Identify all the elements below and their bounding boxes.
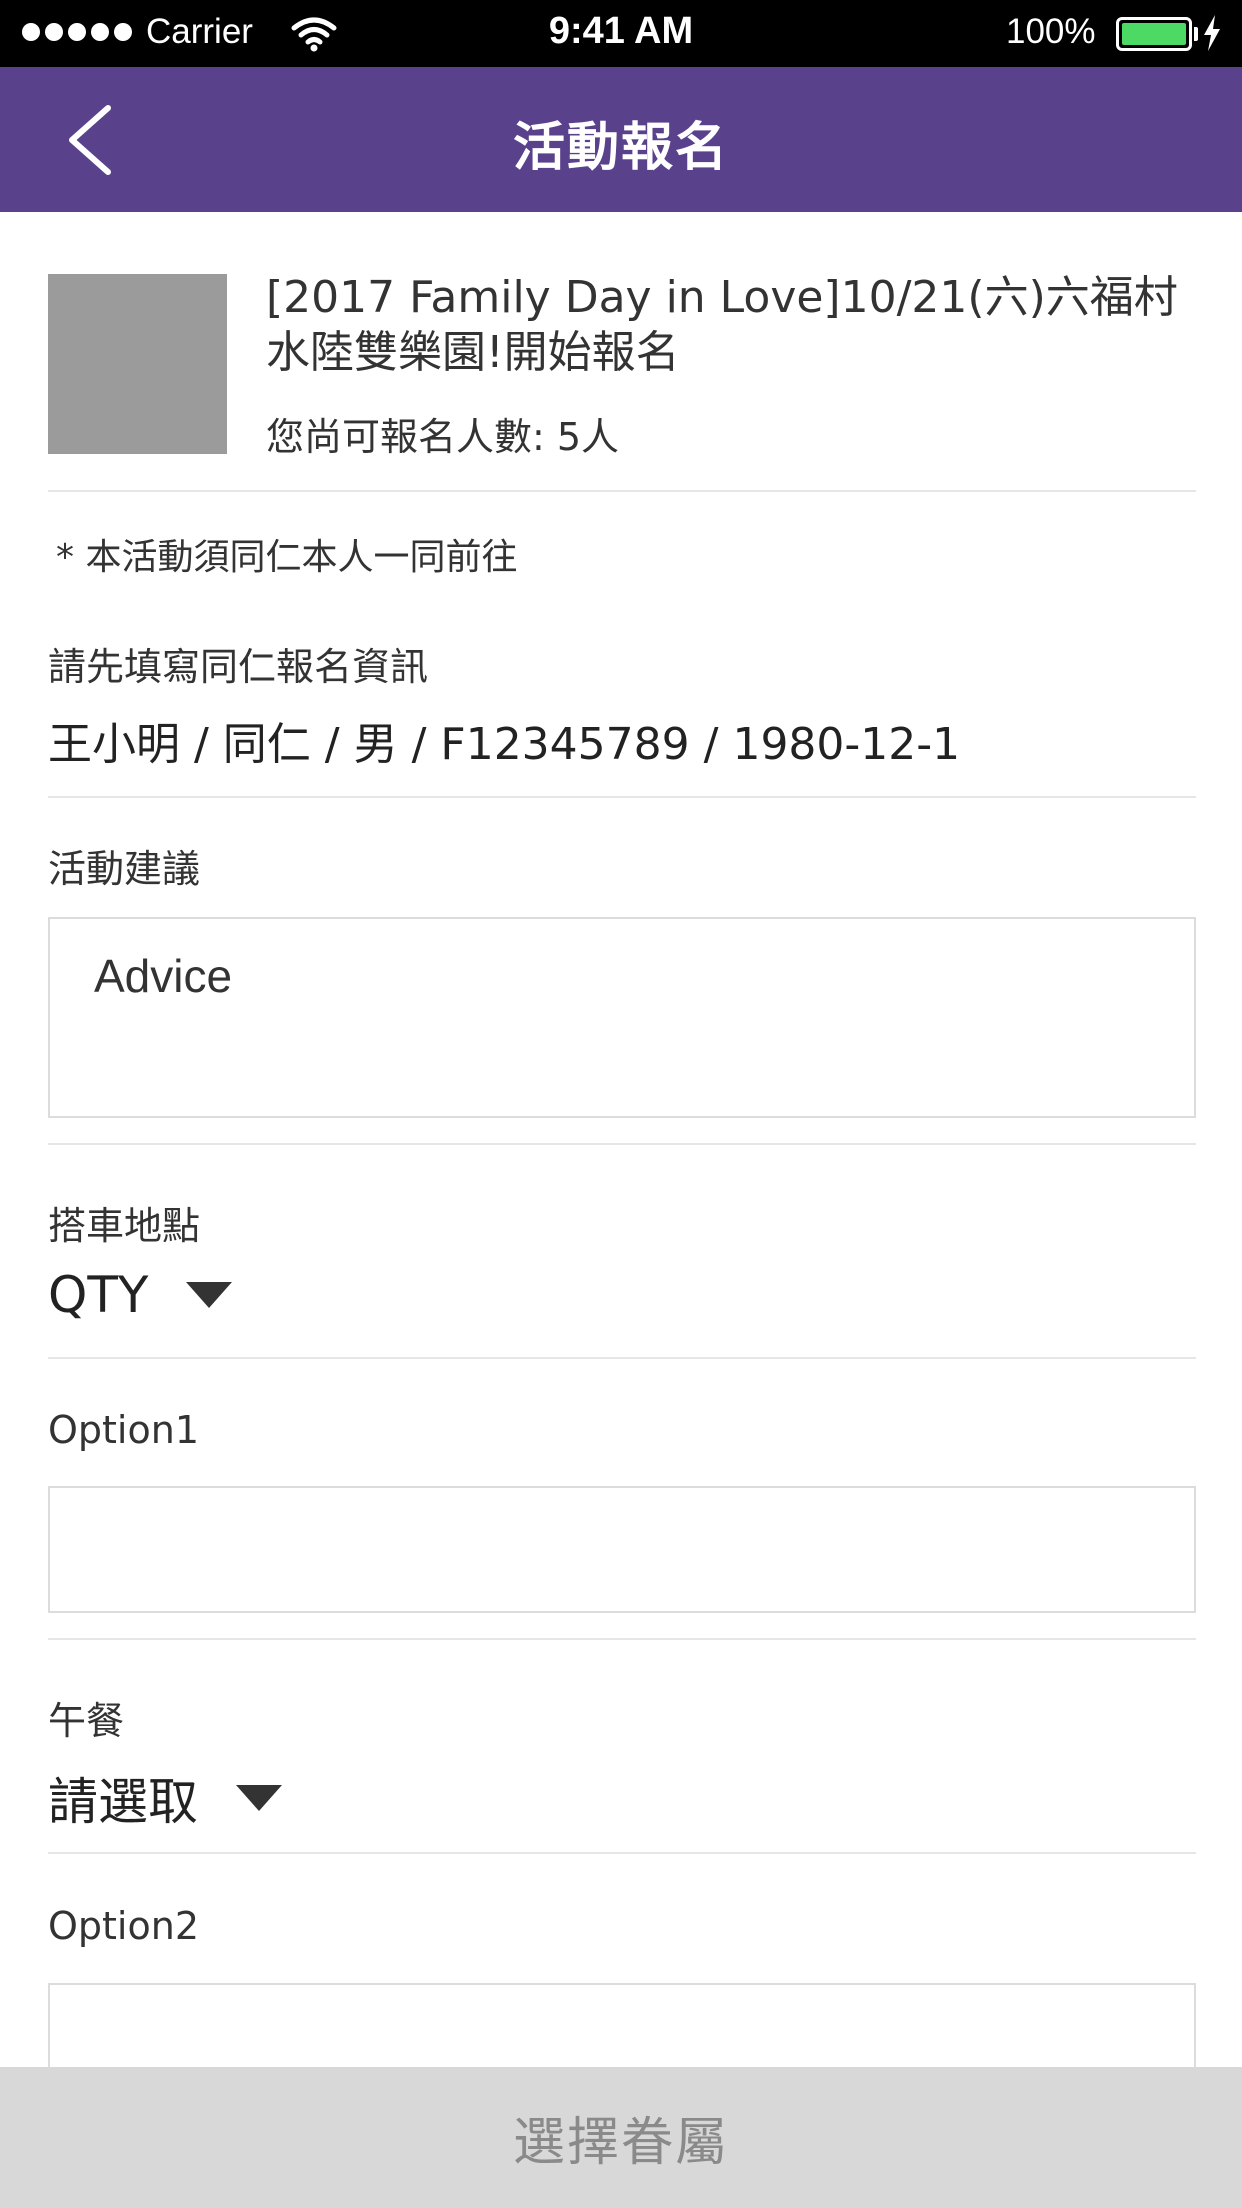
- page-title: 活動報名: [512, 118, 729, 178]
- charging-bolt-icon: [1204, 15, 1220, 51]
- battery-icon: [1116, 17, 1192, 51]
- remaining-quota: 您尚可報名人數: 5人: [266, 415, 620, 459]
- nav-bar: 活動報名: [0, 67, 1242, 212]
- option2-label: Option2: [48, 1904, 199, 1948]
- advice-placeholder: Advice: [94, 950, 233, 1002]
- attendance-note: * 本活動須同仁本人一同前往: [56, 537, 518, 578]
- pickup-location-value: QTY: [48, 1266, 149, 1324]
- lunch-value: 請選取: [48, 1773, 198, 1831]
- caret-down-icon: [186, 1282, 233, 1308]
- divider: [48, 490, 1196, 492]
- event-title: [2017 Family Day in Love]10/21(六)六福村水陸雙樂…: [266, 272, 1178, 378]
- option1-label: Option1: [48, 1408, 199, 1452]
- lunch-select[interactable]: 請選取: [48, 1762, 282, 1834]
- lunch-label: 午餐: [48, 1699, 125, 1743]
- advice-label: 活動建議: [48, 847, 201, 891]
- pickup-location-label: 搭車地點: [48, 1204, 201, 1248]
- select-family-button-label: 選擇眷屬: [512, 2113, 729, 2173]
- battery-percentage: 100%: [1006, 12, 1096, 51]
- pickup-location-select[interactable]: QTY: [48, 1266, 233, 1324]
- status-bar: Carrier 9:41 AM 100%: [0, 0, 1242, 67]
- divider: [48, 1638, 1196, 1640]
- caret-down-icon: [236, 1785, 282, 1811]
- advice-textarea[interactable]: Advice: [48, 917, 1196, 1118]
- employee-info-value: 王小明 / 同仁 / 男 / F12345789 / 1980-12-1: [48, 719, 961, 770]
- divider: [48, 1852, 1196, 1854]
- select-family-button[interactable]: 選擇眷屬: [0, 2067, 1242, 2208]
- event-thumbnail: [48, 274, 227, 454]
- divider: [48, 1143, 1196, 1145]
- employee-info-label: 請先填寫同仁報名資訊: [48, 645, 429, 689]
- divider: [48, 796, 1196, 798]
- battery-tip: [1194, 27, 1198, 41]
- option1-input[interactable]: [48, 1486, 1196, 1613]
- divider: [48, 1357, 1196, 1359]
